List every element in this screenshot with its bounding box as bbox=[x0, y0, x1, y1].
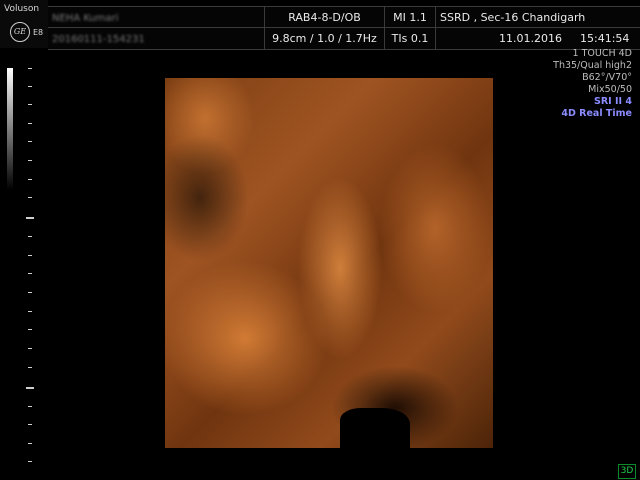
probe-preset: RAB4-8-D/OB bbox=[265, 7, 385, 28]
depth-tick bbox=[28, 406, 32, 407]
acquisition-settings-panel: 1 TOUCH 4D Th35/Qual high2 B62°/V70° Mix… bbox=[492, 48, 632, 120]
depth-tick bbox=[28, 424, 32, 425]
depth-tick bbox=[28, 461, 32, 462]
depth-tick bbox=[28, 255, 32, 256]
4d-render-view[interactable] bbox=[165, 78, 493, 448]
setting-threshold-quality: Th35/Qual high2 bbox=[553, 60, 632, 71]
depth-tick bbox=[28, 329, 32, 330]
header-row-bottom: 20160111-154231 9.8cm / 1.0 / 1.7Hz TIs … bbox=[48, 27, 640, 50]
header-bar: Voluson GE E8 NEHA Kumari RAB4-8-D/OB MI… bbox=[0, 0, 640, 50]
exam-time: 15:41:54 bbox=[580, 32, 630, 45]
tis-value: TIs 0.1 bbox=[385, 28, 436, 49]
header-row-top: NEHA Kumari RAB4-8-D/OB MI 1.1 SSRD , Se… bbox=[48, 6, 640, 29]
depth-tick bbox=[28, 197, 32, 198]
3d-mode-indicator[interactable]: 3D bbox=[618, 464, 636, 479]
depth-tick bbox=[28, 86, 32, 87]
setting-mix: Mix50/50 bbox=[588, 84, 632, 95]
depth-frequency: 9.8cm / 1.0 / 1.7Hz bbox=[265, 28, 385, 49]
setting-1touch: 1 TOUCH 4D bbox=[572, 48, 632, 59]
setting-sri: SRI II 4 bbox=[594, 96, 632, 107]
patient-id-cell: 20160111-154231 bbox=[48, 28, 265, 49]
model-label: E8 bbox=[33, 28, 44, 37]
depth-tick bbox=[28, 348, 32, 349]
setting-angles: B62°/V70° bbox=[582, 72, 632, 83]
depth-tick bbox=[28, 236, 32, 237]
ultrasound-screen: Voluson GE E8 NEHA Kumari RAB4-8-D/OB MI… bbox=[0, 0, 640, 480]
depth-tick-major bbox=[26, 387, 34, 389]
depth-tick bbox=[28, 273, 32, 274]
mi-value: MI 1.1 bbox=[385, 7, 436, 28]
patient-name: NEHA Kumari bbox=[52, 13, 119, 24]
patient-id: 20160111-154231 bbox=[52, 34, 145, 45]
patient-name-cell: NEHA Kumari bbox=[48, 7, 265, 28]
depth-tick bbox=[28, 292, 32, 293]
grayscale-bar bbox=[7, 68, 13, 190]
brand-block: Voluson GE E8 bbox=[0, 0, 48, 48]
institution: SSRD , Sec-16 Chandigarh bbox=[440, 11, 586, 24]
depth-tick bbox=[28, 443, 32, 444]
depth-tick bbox=[28, 179, 32, 180]
depth-tick bbox=[28, 68, 32, 69]
depth-tick bbox=[28, 311, 32, 312]
depth-tick bbox=[28, 104, 32, 105]
depth-tick bbox=[28, 141, 32, 142]
ge-logo-icon: GE bbox=[10, 22, 30, 42]
depth-tick-major bbox=[26, 217, 34, 219]
brand-name: Voluson bbox=[4, 4, 40, 14]
depth-tick bbox=[28, 123, 32, 124]
depth-tick bbox=[28, 160, 32, 161]
depth-tick bbox=[28, 367, 32, 368]
setting-realtime-mode: 4D Real Time bbox=[561, 108, 632, 119]
exam-date: 11.01.2016 bbox=[499, 32, 562, 45]
